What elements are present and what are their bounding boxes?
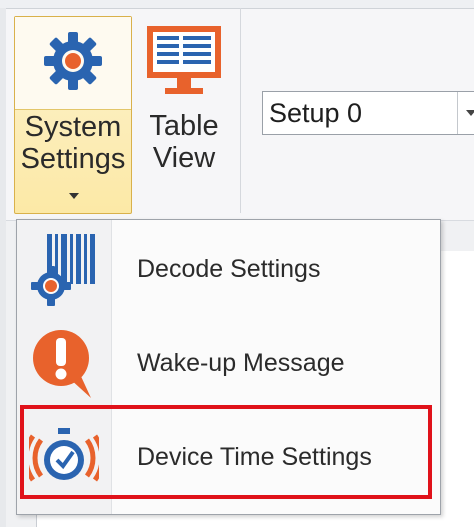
chevron-down-icon bbox=[466, 110, 474, 116]
system-settings-icon-area[interactable] bbox=[15, 17, 131, 110]
table-view-button[interactable]: Table View bbox=[140, 16, 230, 196]
table-view-label: Table View bbox=[140, 110, 228, 174]
chevron-down-icon bbox=[69, 193, 79, 199]
table-view-icon bbox=[143, 22, 225, 109]
highlight-box bbox=[20, 405, 432, 499]
system-settings-label: System Settings bbox=[15, 111, 131, 175]
setup-select[interactable]: Setup 0 bbox=[262, 91, 474, 135]
barcode-gear-icon bbox=[29, 232, 99, 306]
system-settings-button[interactable]: System Settings bbox=[14, 16, 132, 214]
menu-item-label: Wake-up Message bbox=[137, 348, 345, 377]
gear-icon bbox=[41, 29, 105, 98]
system-settings-label-line2: Settings bbox=[20, 143, 126, 175]
menu-item-label: Decode Settings bbox=[137, 254, 321, 283]
system-settings-label-line1: System bbox=[24, 111, 122, 143]
ribbon: System Settings Table View Setup 0 bbox=[0, 0, 474, 221]
table-view-label-line2: View bbox=[152, 142, 216, 174]
menu-item-wake-up-message[interactable]: Wake-up Message bbox=[17, 316, 440, 410]
menu-item-decode-settings[interactable]: Decode Settings bbox=[17, 222, 440, 316]
exclamation-bubble-icon bbox=[29, 326, 99, 400]
ribbon-top-border bbox=[0, 0, 474, 9]
setup-select-dropdown-button[interactable] bbox=[457, 92, 474, 134]
table-view-label-line1: Table bbox=[149, 110, 219, 142]
ribbon-group-separator bbox=[240, 8, 241, 213]
setup-select-value: Setup 0 bbox=[269, 98, 363, 128]
